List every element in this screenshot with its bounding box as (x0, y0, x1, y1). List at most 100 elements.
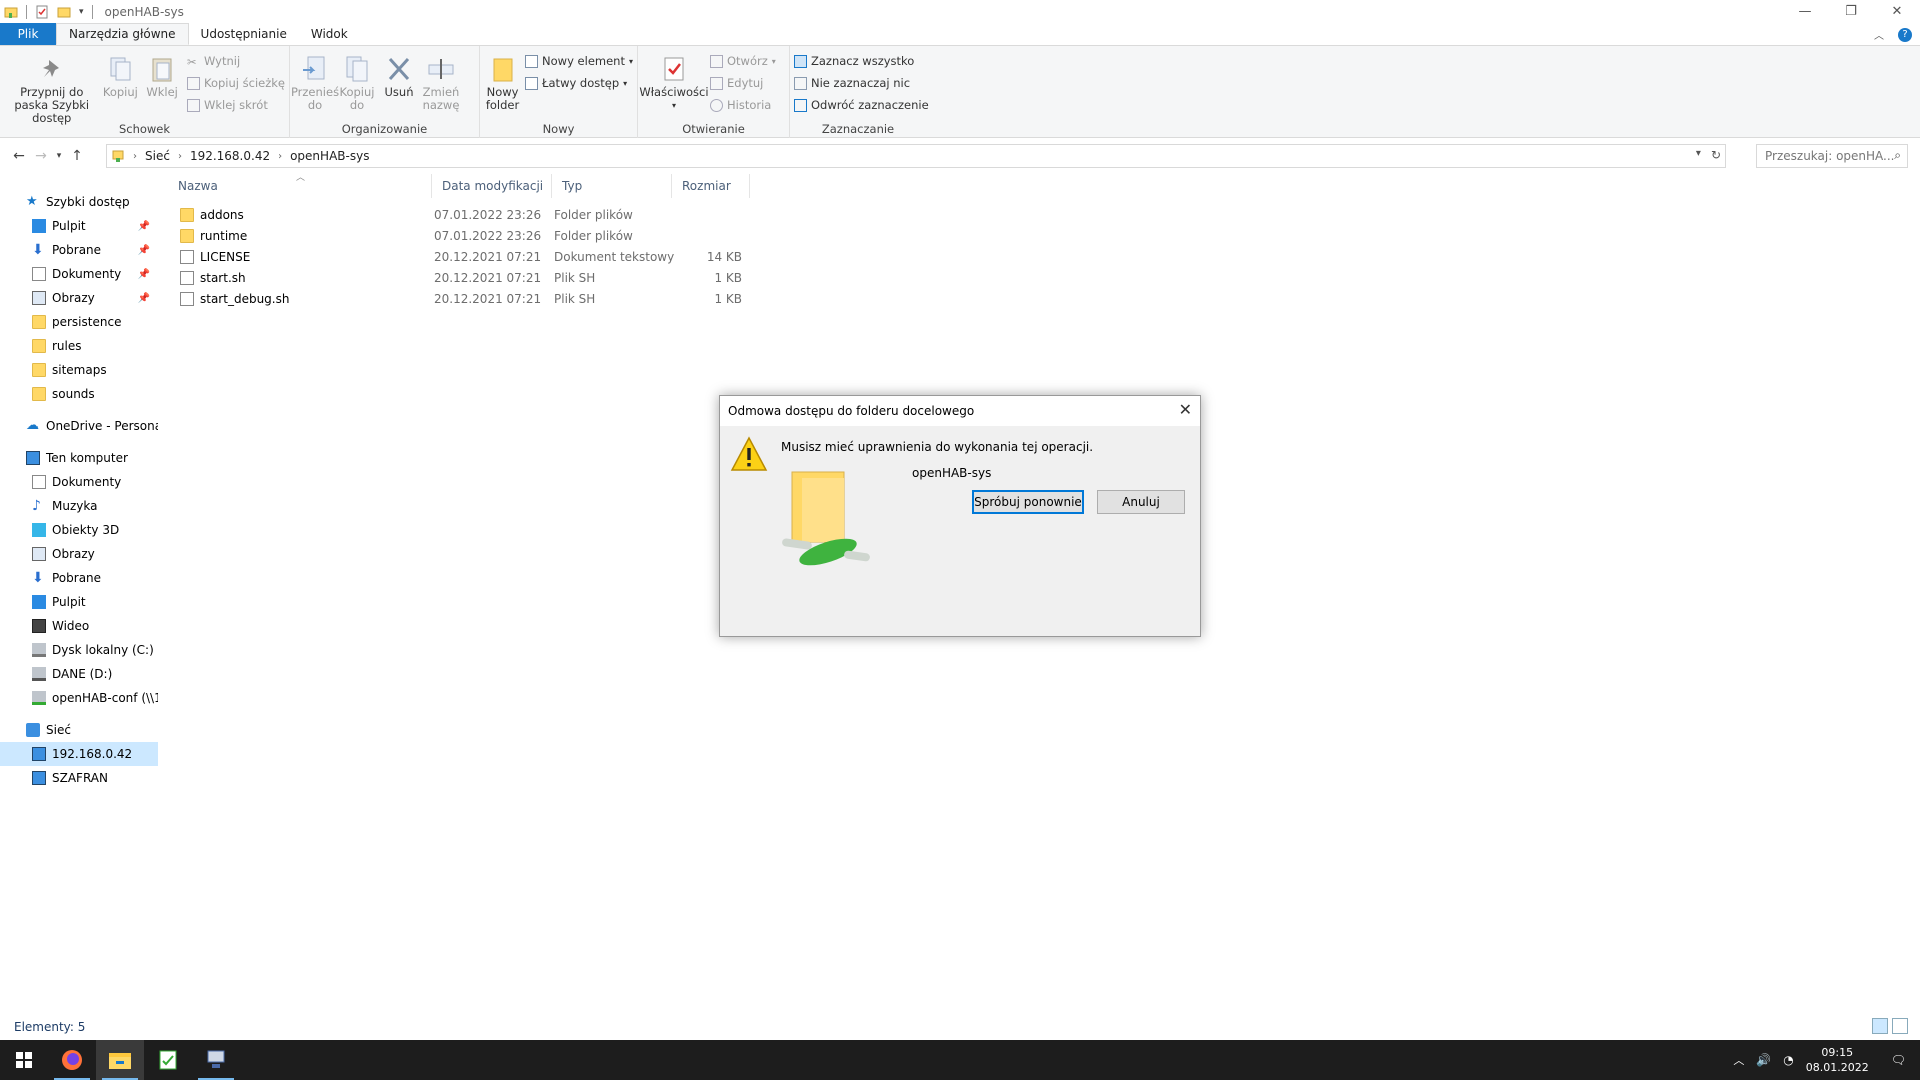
notification-center-icon[interactable]: 🗨 (1891, 1053, 1906, 1067)
select-none-button[interactable]: Nie zaznaczaj nic (794, 74, 929, 92)
access-denied-dialog: Odmowa dostępu do folderu docelowego ✕ M… (719, 395, 1201, 637)
restore-icon[interactable]: ❐ (1828, 0, 1874, 22)
breadcrumb-share[interactable]: openHAB-sys (290, 149, 369, 163)
sidebar-item-music[interactable]: ♪ Muzyka (0, 494, 158, 518)
sidebar-item-pc-documents[interactable]: Dokumenty (0, 470, 158, 494)
back-arrow-icon[interactable]: ← (8, 148, 30, 164)
invert-selection-button[interactable]: Odwróć zaznaczenie (794, 96, 929, 114)
recent-locations-icon[interactable]: ▾ (52, 151, 66, 161)
sidebar-item-pictures[interactable]: Obrazy 📌 (0, 286, 158, 310)
volume-icon[interactable]: 🔊 (1756, 1053, 1771, 1067)
taskbar-file-explorer[interactable] (96, 1040, 144, 1080)
taskbar-network-app[interactable] (192, 1040, 240, 1080)
breadcrumb-host[interactable]: 192.168.0.42 (190, 149, 270, 163)
open-button[interactable]: Otwórz ▾ (710, 52, 776, 70)
taskbar-clock[interactable]: 09:15 08.01.2022 (1806, 1045, 1869, 1075)
up-arrow-icon[interactable]: ↑ (66, 148, 88, 164)
sidebar-network[interactable]: Sieć (0, 718, 158, 742)
search-box[interactable]: Przeszukaj: openHA... ⌕ (1756, 144, 1908, 168)
properties-icon[interactable] (35, 5, 49, 19)
close-icon[interactable]: ✕ (1874, 0, 1920, 22)
sidebar-item-video[interactable]: Wideo (0, 614, 158, 638)
new-folder-icon[interactable] (57, 5, 71, 19)
copy-path-icon (187, 76, 200, 90)
file-row[interactable]: addons 07.01.2022 23:26 Folder plików (168, 204, 1912, 225)
sidebar-item-persistence[interactable]: persistence (0, 310, 158, 334)
cancel-button[interactable]: Anuluj (1097, 490, 1185, 514)
retry-button[interactable]: Spróbuj ponownie (972, 490, 1084, 514)
new-item-button[interactable]: Nowy element ▾ (525, 52, 633, 70)
forward-arrow-icon[interactable]: → (30, 148, 52, 164)
network-app-icon (207, 1050, 225, 1068)
column-headers: ︿ Nazwa Data modyfikacji Typ Rozmiar (168, 173, 1912, 198)
file-row[interactable]: LICENSE 20.12.2021 07:21 Dokument teksto… (168, 246, 1912, 267)
dialog-folder-name: openHAB-sys (912, 466, 992, 480)
tray-overflow-icon[interactable]: ︿ (1733, 1052, 1744, 1068)
wifi-icon[interactable]: ◔ (1783, 1053, 1793, 1067)
text-file-icon (180, 249, 194, 264)
start-button[interactable] (0, 1040, 48, 1080)
sidebar-item-sounds[interactable]: sounds (0, 382, 158, 406)
collapse-ribbon-icon[interactable]: ︿ (1874, 27, 1884, 42)
sidebar-item-drive-d[interactable]: DANE (D:) (0, 662, 158, 686)
file-row[interactable]: start.sh 20.12.2021 07:21 Plik SH 1 KB (168, 267, 1912, 288)
minimize-icon[interactable]: — (1782, 0, 1828, 22)
pinned-icon: 📌 (137, 220, 150, 232)
address-dropdown-icon[interactable]: ▾ (1696, 148, 1701, 162)
file-row[interactable]: start_debug.sh 20.12.2021 07:21 Plik SH … (168, 288, 1912, 309)
dialog-close-icon[interactable]: ✕ (1179, 400, 1192, 419)
tab-share[interactable]: Udostępnianie (189, 23, 299, 45)
sidebar-onedrive[interactable]: ☁ OneDrive - Personal (0, 414, 158, 438)
cut-button[interactable]: ✂ Wytnij (187, 52, 285, 70)
breadcrumb-chevron-icon[interactable]: › (278, 151, 282, 162)
column-header-date[interactable]: Data modyfikacji (432, 174, 552, 198)
sidebar-item-pc-desktop[interactable]: Pulpit (0, 590, 158, 614)
copy-path-button[interactable]: Kopiuj ścieżkę (187, 74, 285, 92)
large-icons-view-icon[interactable] (1892, 1018, 1908, 1034)
sidebar-item-documents[interactable]: Dokumenty 📌 (0, 262, 158, 286)
column-header-type[interactable]: Typ (552, 174, 672, 198)
pinned-icon: 📌 (137, 268, 150, 280)
sidebar-item-host-192[interactable]: 192.168.0.42 (0, 742, 158, 766)
sidebar-this-pc[interactable]: Ten komputer (0, 446, 158, 470)
select-all-button[interactable]: Zaznacz wszystko (794, 52, 929, 70)
paste-shortcut-button[interactable]: Wklej skrót (187, 96, 285, 114)
easy-access-button[interactable]: Łatwy dostęp ▾ (525, 74, 633, 92)
file-row[interactable]: runtime 07.01.2022 23:26 Folder plików (168, 225, 1912, 246)
paste-shortcut-icon (187, 98, 200, 112)
star-icon: ★ (26, 194, 38, 209)
breadcrumb-network[interactable]: Sieć (145, 149, 170, 163)
delete-x-icon (388, 57, 410, 81)
history-button[interactable]: Historia (710, 96, 776, 114)
breadcrumb-chevron-icon[interactable]: › (178, 151, 182, 162)
tab-home[interactable]: Narzędzia główne (56, 23, 189, 45)
cloud-icon: ☁ (26, 418, 39, 433)
sidebar-item-pc-pictures[interactable]: Obrazy (0, 542, 158, 566)
navigation-pane: ★ Szybki dostęp Pulpit 📌 ⬇ Pobrane 📌 Dokumen… (0, 190, 158, 1020)
sidebar-item-desktop[interactable]: Pulpit 📌 (0, 214, 158, 238)
qa-dropdown-icon[interactable]: ▾ (79, 7, 84, 17)
sidebar-item-network-drive[interactable]: openHAB-conf (\\1 (0, 686, 158, 710)
sidebar-item-pc-downloads[interactable]: ⬇ Pobrane (0, 566, 158, 590)
sidebar-item-rules[interactable]: rules (0, 334, 158, 358)
column-header-size[interactable]: Rozmiar (672, 174, 750, 198)
taskbar-notepad-app[interactable] (144, 1040, 192, 1080)
refresh-icon[interactable]: ↻ (1711, 148, 1721, 162)
sidebar-item-3d-objects[interactable]: Obiekty 3D (0, 518, 158, 542)
sidebar-item-downloads[interactable]: ⬇ Pobrane 📌 (0, 238, 158, 262)
taskbar-firefox[interactable] (48, 1040, 96, 1080)
help-icon[interactable]: ? (1898, 27, 1912, 42)
sidebar-item-drive-c[interactable]: Dysk lokalny (C:) (0, 638, 158, 662)
documents-icon (32, 475, 46, 489)
address-bar[interactable]: › Sieć › 192.168.0.42 › openHAB-sys ▾ ↻ (106, 144, 1726, 168)
sidebar-item-szafran[interactable]: SZAFRAN (0, 766, 158, 790)
move-to-icon (303, 56, 325, 80)
sidebar-item-sitemaps[interactable]: sitemaps (0, 358, 158, 382)
details-view-icon[interactable] (1872, 1018, 1888, 1034)
edit-button[interactable]: Edytuj (710, 74, 776, 92)
tab-file[interactable]: Plik (0, 23, 56, 45)
tab-view[interactable]: Widok (299, 23, 360, 45)
sidebar-quick-access[interactable]: ★ Szybki dostęp (0, 190, 158, 214)
breadcrumb-chevron-icon[interactable]: › (133, 151, 137, 162)
download-arrow-icon: ⬇ (32, 570, 44, 586)
